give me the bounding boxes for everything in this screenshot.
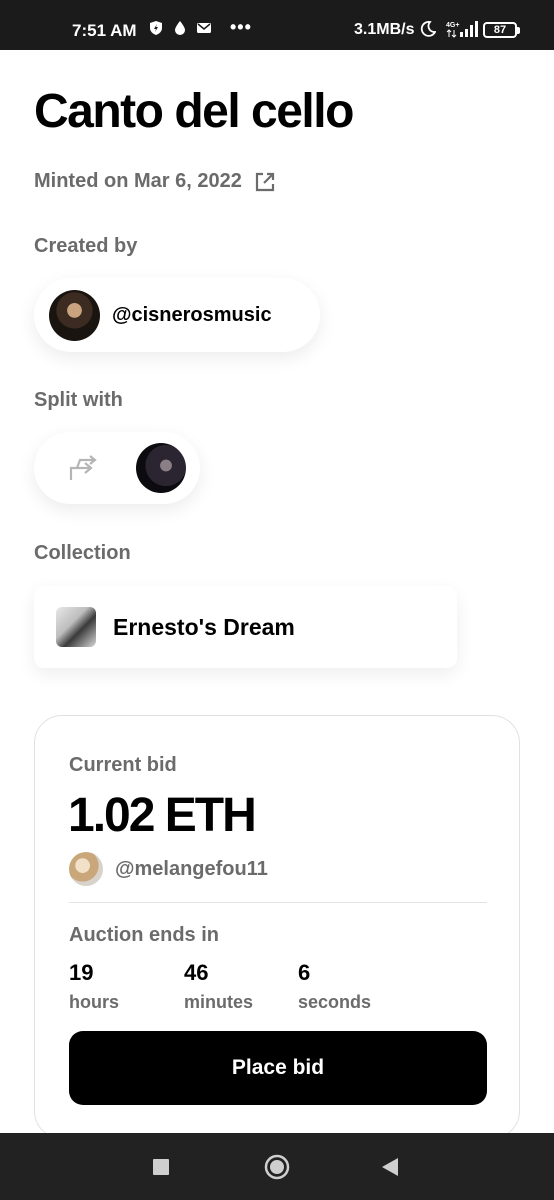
notification-icons xyxy=(148,20,212,36)
countdown-hours: 19 hours xyxy=(69,960,119,1013)
battery-icon: 87 xyxy=(483,22,520,38)
bidder-handle: @melangefou11 xyxy=(115,857,268,880)
created-by-label: Created by xyxy=(34,235,138,257)
current-bid-label: Current bid xyxy=(69,754,177,776)
split-arrow-icon xyxy=(69,455,97,480)
split-with-label: Split with xyxy=(34,389,123,411)
place-bid-button[interactable]: Place bid xyxy=(69,1031,487,1105)
seconds-value: 6 xyxy=(298,960,311,985)
network-type: 4G+ xyxy=(446,22,459,29)
drop-icon xyxy=(175,21,185,35)
square-nav-icon[interactable] xyxy=(152,1158,170,1176)
creator-handle: @cisnerosmusic xyxy=(112,303,272,326)
shield-icon xyxy=(150,21,162,35)
current-bid-amount: 1.02 ETH xyxy=(68,789,257,842)
bidder-avatar xyxy=(69,852,103,886)
minutes-unit: minutes xyxy=(184,992,254,1012)
collection-label: Collection xyxy=(34,542,131,564)
split-chip[interactable] xyxy=(34,432,200,504)
split-avatar[interactable] xyxy=(136,443,186,493)
creator-chip[interactable]: @cisnerosmusic xyxy=(34,278,320,352)
auction-ends-label: Auction ends in xyxy=(69,924,219,946)
auction-card: Current bid 1.02 ETH @melangefou11 Aucti… xyxy=(34,715,520,1139)
nft-title: Canto del cello xyxy=(34,85,354,138)
minutes-value: 46 xyxy=(184,960,209,985)
collection-card[interactable]: Ernesto's Dream xyxy=(34,586,457,668)
hours-value: 19 xyxy=(69,960,94,985)
external-link-icon[interactable] xyxy=(254,171,276,193)
divider xyxy=(69,902,487,903)
circle-home-icon[interactable] xyxy=(263,1153,291,1181)
hours-unit: hours xyxy=(69,992,120,1012)
network-speed: 3.1MB/s xyxy=(354,21,415,38)
signal-icon: 4G+ xyxy=(446,20,480,43)
collection-name: Ernesto's Dream xyxy=(113,613,295,640)
minted-info[interactable]: Minted on Mar 6, 2022 xyxy=(34,170,276,193)
system-nav-bar xyxy=(0,1133,554,1200)
collection-thumbnail xyxy=(56,607,96,647)
seconds-unit: seconds xyxy=(298,992,372,1012)
status-time: 7:51 AM xyxy=(72,21,137,40)
bidder[interactable]: @melangefou11 xyxy=(69,852,268,886)
countdown-seconds: 6 seconds xyxy=(298,960,371,1013)
triangle-back-icon[interactable] xyxy=(380,1157,400,1177)
minted-date: Minted on Mar 6, 2022 xyxy=(34,170,242,192)
countdown-minutes: 46 minutes xyxy=(184,960,253,1013)
moon-icon xyxy=(420,21,436,37)
status-bar: 7:51 AM ••• 3.1MB/s 4G+ 87 xyxy=(0,0,554,50)
more-notifications-icon: ••• xyxy=(230,17,252,37)
creator-avatar xyxy=(49,289,100,341)
mail-icon xyxy=(197,23,211,33)
